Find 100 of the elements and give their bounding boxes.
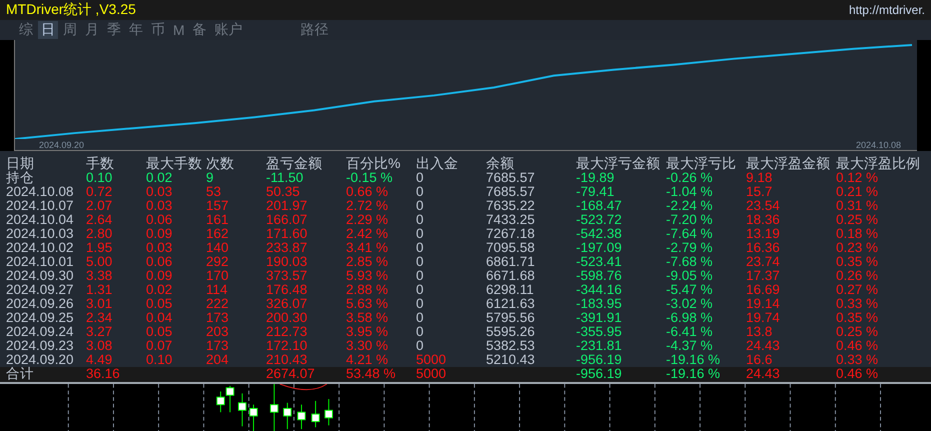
- table-cell-text: -2.79 %: [666, 241, 714, 255]
- table-cell-text: 9.18: [746, 171, 774, 185]
- period-tab[interactable]: 备: [190, 21, 210, 39]
- table-cell-text: -0.26 %: [666, 171, 714, 185]
- column-header: 最大浮亏比: [666, 155, 737, 171]
- table-cell-text: 0.23 %: [836, 241, 880, 255]
- table-cell-text: 5.63 %: [346, 297, 390, 311]
- table-cell-text: 0.35 %: [836, 311, 880, 325]
- table-cell-text: 2.42 %: [346, 227, 390, 241]
- table-cell-text: 合计: [6, 367, 35, 382]
- table-cell-text: 0.33 %: [836, 297, 880, 311]
- table-cell-text: 2.64: [86, 213, 114, 227]
- table-cell-text: 7433.25: [486, 213, 536, 227]
- period-tab[interactable]: 周: [60, 21, 80, 39]
- table-cell-text: 0.21 %: [836, 185, 880, 199]
- table-cell-text: 0.06: [146, 213, 174, 227]
- table-cell-text: 2024.09.24: [6, 325, 75, 339]
- table-cell-text: 292: [206, 255, 230, 269]
- table-cell-text: 3.38: [86, 269, 114, 283]
- table-cell-text: 0.05: [146, 325, 174, 339]
- table-cell-text: 16.36: [746, 241, 781, 255]
- period-tab[interactable]: 路径: [298, 21, 332, 39]
- table-cell-text: 0: [416, 171, 425, 185]
- table-cell-text: 173: [206, 339, 230, 353]
- table-cell-text: 0: [416, 199, 425, 213]
- column-header: 日期: [6, 155, 35, 171]
- table-cell-text: 0.02: [146, 283, 174, 297]
- table-cell-text: 0: [416, 213, 425, 227]
- table-cell-text: 176.48: [266, 283, 308, 297]
- column-header: 盈亏金额: [266, 155, 323, 171]
- table-cell-text: 2024.09.27: [6, 283, 75, 297]
- period-tab[interactable]: 年: [126, 21, 146, 39]
- table-cell-text: 2674.07: [266, 367, 316, 382]
- table-cell-text: 0: [416, 255, 425, 269]
- table-cell-text: 5000: [416, 367, 448, 382]
- period-tab[interactable]: 季: [104, 21, 124, 39]
- table-cell-text: -1.04 %: [666, 185, 714, 199]
- table-cell-text: 13.19: [746, 227, 781, 241]
- table-cell-text: -231.81: [576, 339, 623, 353]
- table-cell-text: 19.74: [746, 311, 781, 325]
- table-cell-text: 161: [206, 213, 230, 227]
- arc-line: [279, 384, 328, 390]
- table-cell-text: 201.97: [266, 199, 308, 213]
- table-cell-text: 24.43: [746, 339, 781, 353]
- table-cell-text: 5795.56: [486, 311, 536, 325]
- table-cell-text: -11.50: [266, 171, 304, 185]
- table-cell-text: 2024.10.08: [6, 185, 75, 199]
- candlestick: [249, 404, 258, 431]
- table-cell-text: 2.07: [86, 199, 114, 213]
- table-cell-text: 24.43: [746, 367, 781, 382]
- table-cell-text: -19.89: [576, 171, 616, 185]
- table-cell-text: 4.49: [86, 353, 114, 367]
- table-cell-text: 190.03: [266, 255, 308, 269]
- period-tab[interactable]: 月: [82, 21, 102, 39]
- table-cell-text: -4.37 %: [666, 339, 714, 353]
- website-link[interactable]: http://mtdriver.: [848, 3, 925, 17]
- table-cell-text: -79.41: [576, 185, 616, 199]
- period-tab[interactable]: 币: [148, 21, 168, 39]
- period-tab[interactable]: 账户: [212, 21, 246, 39]
- table-cell-text: 212.73: [266, 325, 308, 339]
- table-cell-text: 1.31: [86, 283, 114, 297]
- column-header: 余额: [486, 155, 515, 171]
- table-cell-text: 3.58 %: [346, 311, 390, 325]
- period-tab[interactable]: 日: [38, 21, 58, 39]
- table-cell-text: 0.46 %: [836, 339, 880, 353]
- table-cell-text: -197.09: [576, 241, 623, 255]
- table-cell-text: 0.04: [146, 311, 174, 325]
- table-cell-text: 170: [206, 269, 230, 283]
- table-cell-text: 0.09: [146, 269, 174, 283]
- table-cell-text: 3.95 %: [346, 325, 390, 339]
- table-cell-text: 2.72 %: [346, 199, 390, 213]
- table-cell-text: 0.18 %: [836, 227, 880, 241]
- table-cell-text: 0.12 %: [836, 171, 880, 185]
- axis-date-label: 2024.10.08: [856, 140, 901, 150]
- column-header: 百分比%: [346, 155, 402, 171]
- table-cell-text: 2024.09.26: [6, 297, 75, 311]
- table-cell-text: 140: [206, 241, 230, 255]
- table-cell-text: 0.07: [146, 339, 174, 353]
- table-cell-text: 0.25 %: [836, 213, 880, 227]
- table-cell-text: 19.14: [746, 297, 781, 311]
- table-cell-text: 15.7: [746, 185, 774, 199]
- table-cell-text: -3.02 %: [666, 297, 714, 311]
- table-cell-text: 2.34: [86, 311, 114, 325]
- table-cell-text: 5210.43: [486, 353, 536, 367]
- table-cell-text: 7267.18: [486, 227, 536, 241]
- table-cell-text: 204: [206, 353, 230, 367]
- table-cell-text: 0.05: [146, 297, 174, 311]
- period-tab[interactable]: 综: [16, 21, 36, 39]
- table-cell-text: 0.46 %: [836, 367, 880, 382]
- table-cell-text: 2024.09.20: [6, 353, 75, 367]
- table-cell-text: -598.76: [576, 269, 623, 283]
- table-cell-text: 2024.10.02: [6, 241, 75, 255]
- table-cell-text: -19.16 %: [666, 353, 722, 367]
- table-cell-text: 0.66 %: [346, 185, 390, 199]
- table-cell-text: 373.57: [266, 269, 308, 283]
- period-tab[interactable]: M: [170, 21, 188, 39]
- table-cell-text: 0: [416, 339, 425, 353]
- table-cell-text: -19.16 %: [666, 367, 722, 382]
- table-cell-text: 7635.22: [486, 199, 536, 213]
- table-cell-text: 23.54: [746, 199, 781, 213]
